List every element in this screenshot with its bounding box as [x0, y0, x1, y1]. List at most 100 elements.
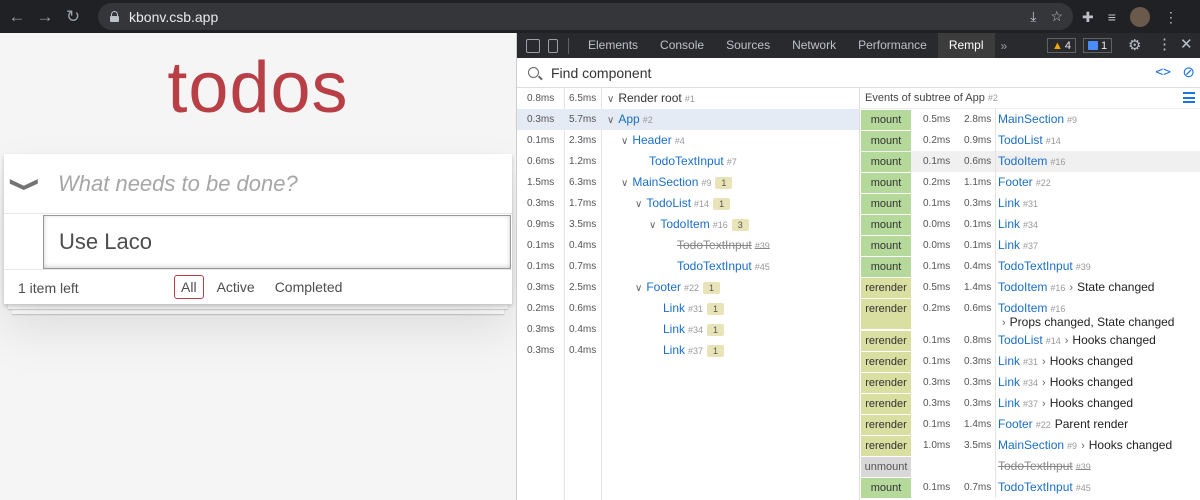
settings-gear-icon[interactable]: ⚙: [1128, 36, 1141, 54]
expand-chevron-icon[interactable]: ∨: [621, 178, 628, 189]
devtools-menu-icon[interactable]: ⋮: [1157, 35, 1172, 53]
inspect-element-icon[interactable]: [526, 38, 540, 53]
tree-row[interactable]: 0.3ms 1.7ms ∨ TodoList #14 1: [517, 193, 859, 214]
event-row[interactable]: mount 0.1ms 0.6ms TodoItem #16: [861, 151, 1200, 172]
tab-rempl[interactable]: Rempl: [937, 33, 995, 58]
warnings-badge[interactable]: ▲ 4: [1047, 38, 1077, 53]
filter-completed[interactable]: Completed: [268, 275, 350, 299]
messages-badge[interactable]: 1: [1083, 38, 1113, 53]
event-row[interactable]: rerender 0.3ms 0.3ms Link #34 › Hooks changed: [861, 372, 1200, 393]
event-row[interactable]: rerender 0.2ms 0.6ms TodoItem #16 › Props chan…: [861, 298, 1200, 330]
event-component[interactable]: TodoTextInput #45: [998, 477, 1091, 499]
event-component[interactable]: Link #37 › Hooks changed: [998, 393, 1133, 415]
event-row[interactable]: rerender 0.5ms 1.4ms TodoItem #16 › State chan…: [861, 277, 1200, 298]
event-row[interactable]: rerender 0.1ms 0.3ms Link #31 › Hooks changed: [861, 351, 1200, 372]
lock-icon[interactable]: [110, 11, 119, 22]
expand-chevron-icon[interactable]: ∨: [635, 283, 642, 294]
tree-row[interactable]: 0.3ms 0.4ms Link #37 1: [517, 340, 859, 361]
component-name[interactable]: Link #31 1: [663, 298, 725, 320]
tree-row[interactable]: 0.6ms 1.2ms TodoTextInput #7: [517, 151, 859, 172]
bookmark-star-icon[interactable]: ☆: [1050, 8, 1063, 25]
event-component[interactable]: Link #34: [998, 214, 1038, 236]
component-name[interactable]: ∨ Render root #1: [607, 88, 695, 110]
event-component[interactable]: MainSection #9 › Hooks changed: [998, 435, 1172, 457]
hide-eye-icon[interactable]: ⊘: [1182, 63, 1195, 81]
event-row[interactable]: mount 0.1ms 0.3ms Link #31: [861, 193, 1200, 214]
tab-sources[interactable]: Sources: [715, 33, 781, 58]
chevron-right-icon[interactable]: ›: [1042, 398, 1046, 410]
expand-chevron-icon[interactable]: ∨: [649, 220, 656, 231]
component-name[interactable]: TodoTextInput #39: [677, 235, 770, 257]
tree-row[interactable]: 0.1ms 0.7ms TodoTextInput #45: [517, 256, 859, 277]
device-toolbar-icon[interactable]: [548, 38, 558, 53]
forward-arrow-icon[interactable]: →: [34, 7, 56, 27]
media-queue-icon[interactable]: ≡: [1108, 9, 1116, 25]
chevron-right-icon[interactable]: ›: [1042, 356, 1046, 368]
event-component[interactable]: Link #37: [998, 235, 1038, 257]
component-name[interactable]: TodoTextInput #45: [677, 256, 770, 278]
event-component[interactable]: TodoItem #16 › State changed: [998, 277, 1154, 299]
event-row[interactable]: mount 0.1ms 0.7ms TodoTextInput #45: [861, 477, 1200, 498]
tree-row[interactable]: 1.5ms 6.3ms ∨ MainSection #9 1: [517, 172, 859, 193]
chevron-right-icon[interactable]: ›: [1065, 335, 1069, 347]
chevron-right-icon[interactable]: ›: [1042, 377, 1046, 389]
event-row[interactable]: mount 0.5ms 2.8ms MainSection #9: [861, 109, 1200, 130]
filter-active[interactable]: Active: [210, 275, 262, 299]
tree-row[interactable]: 0.2ms 0.6ms Link #31 1: [517, 298, 859, 319]
profile-avatar[interactable]: [1129, 7, 1150, 27]
filter-all[interactable]: All: [174, 275, 204, 299]
chevron-right-icon[interactable]: ›: [1002, 317, 1006, 329]
tree-row[interactable]: 0.3ms 5.7ms ∨ App #2: [517, 109, 859, 130]
event-component[interactable]: Link #31 › Hooks changed: [998, 351, 1133, 373]
component-name[interactable]: ∨ MainSection #9 1: [621, 172, 733, 194]
event-row[interactable]: mount 0.1ms 0.4ms TodoTextInput #39: [861, 256, 1200, 277]
chevron-right-icon[interactable]: ›: [1069, 282, 1073, 294]
component-name[interactable]: Link #37 1: [663, 340, 725, 362]
expand-chevron-icon[interactable]: ∨: [607, 115, 614, 126]
expand-chevron-icon[interactable]: ∨: [621, 136, 628, 147]
tree-row[interactable]: 0.1ms 0.4ms TodoTextInput #39: [517, 235, 859, 256]
event-component[interactable]: TodoItem #16: [998, 151, 1065, 173]
back-arrow-icon[interactable]: ←: [6, 7, 28, 27]
event-row[interactable]: mount 0.2ms 0.9ms TodoList #14: [861, 130, 1200, 151]
component-name[interactable]: ∨ TodoItem #16 3: [649, 214, 749, 236]
expand-chevron-icon[interactable]: ∨: [607, 94, 614, 105]
event-row[interactable]: mount 0.2ms 1.1ms Footer #22: [861, 172, 1200, 193]
tree-row[interactable]: 0.3ms 2.5ms ∨ Footer #22 1: [517, 277, 859, 298]
component-name[interactable]: Link #34 1: [663, 319, 725, 341]
event-row[interactable]: rerender 0.1ms 1.4ms Footer #22 Parent render: [861, 414, 1200, 435]
tab-elements[interactable]: Elements: [577, 33, 649, 58]
close-icon[interactable]: ✕: [1180, 35, 1193, 53]
event-component[interactable]: Link #34 › Hooks changed: [998, 372, 1133, 394]
event-component[interactable]: TodoList #14: [998, 130, 1061, 152]
component-name[interactable]: ∨ TodoList #14 1: [635, 193, 731, 215]
install-app-icon[interactable]: ⤓: [1030, 8, 1036, 25]
expand-chevron-icon[interactable]: ∨: [635, 199, 642, 210]
event-row[interactable]: unmount TodoTextInput #39: [861, 456, 1200, 477]
event-component[interactable]: MainSection #9: [998, 109, 1077, 131]
tab-performance[interactable]: Performance: [847, 33, 938, 58]
list-view-icon[interactable]: [1183, 92, 1195, 103]
event-component[interactable]: Link #31: [998, 193, 1038, 215]
event-row[interactable]: mount 0.0ms 0.1ms Link #34: [861, 214, 1200, 235]
tab-console[interactable]: Console: [649, 33, 715, 58]
event-row[interactable]: mount 0.0ms 0.1ms Link #37: [861, 235, 1200, 256]
extensions-puzzle-icon[interactable]: ✚: [1082, 9, 1094, 26]
component-name[interactable]: TodoTextInput #7: [649, 151, 737, 173]
find-component-input[interactable]: Find component: [551, 65, 651, 81]
toggle-all-chevron-icon[interactable]: ❯: [8, 176, 43, 193]
tab-network[interactable]: Network: [781, 33, 847, 58]
chevron-right-icon[interactable]: ›: [1081, 440, 1085, 452]
url-text[interactable]: kbonv.csb.app: [129, 9, 218, 25]
tree-row[interactable]: 0.3ms 0.4ms Link #34 1: [517, 319, 859, 340]
event-component[interactable]: TodoTextInput #39: [998, 456, 1091, 478]
reload-icon[interactable]: ↻: [62, 7, 84, 27]
code-view-icon[interactable]: <>: [1155, 65, 1171, 80]
new-todo-input[interactable]: What needs to be done?: [58, 171, 298, 197]
address-bar[interactable]: kbonv.csb.app ⤓ ☆: [98, 3, 1073, 30]
todo-edit-input[interactable]: Use Laco: [43, 215, 511, 269]
tree-row[interactable]: 0.9ms 3.5ms ∨ TodoItem #16 3: [517, 214, 859, 235]
event-component[interactable]: Footer #22: [998, 172, 1051, 194]
event-row[interactable]: rerender 0.3ms 0.3ms Link #37 › Hooks changed: [861, 393, 1200, 414]
event-row[interactable]: rerender 1.0ms 3.5ms MainSection #9 › Hooks ch…: [861, 435, 1200, 456]
